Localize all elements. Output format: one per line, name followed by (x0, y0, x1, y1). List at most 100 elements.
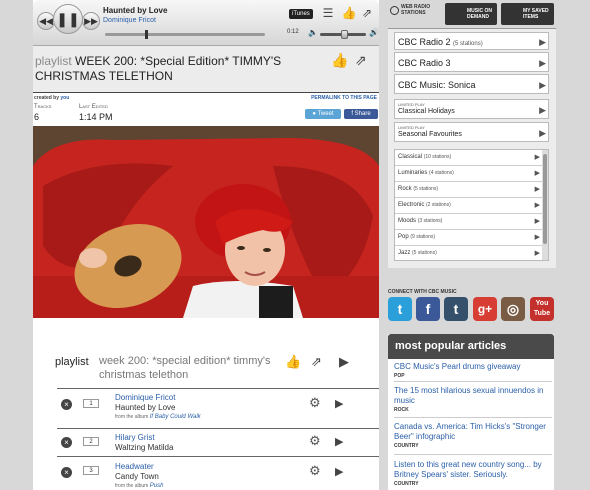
tumblr-icon[interactable]: t (444, 297, 468, 321)
genre-item[interactable]: Rock (5 stations) ▶ (395, 182, 543, 198)
next-track-button[interactable]: ▶▶ (82, 12, 100, 30)
volume-slider[interactable] (320, 30, 366, 39)
track-artist[interactable]: Headwater (115, 462, 154, 471)
volume-handle[interactable] (341, 30, 349, 39)
limited-play-tag: LIMITED PLAY (398, 102, 425, 107)
instagram-icon[interactable]: ◎ (501, 297, 525, 321)
gear-icon[interactable]: ⚙ (309, 395, 321, 411)
track-artist[interactable]: Hilary Grist (115, 433, 155, 442)
album-link[interactable]: If Baby Could Walk (150, 414, 201, 420)
last-edited-label: Last Edited (79, 104, 108, 110)
popular-heading: most popular articles (388, 334, 554, 359)
playlist-header: playlist WEEK 200: *Special Edition* TIM… (33, 46, 379, 92)
genre-item[interactable]: Jazz (5 stations) ▶ (395, 246, 543, 260)
facebook-share-button[interactable]: f Share (344, 109, 378, 119)
play-track-button[interactable]: ▶ (335, 397, 343, 410)
last-edited-value: 1:14 PM (79, 112, 113, 122)
article-item[interactable]: Listen to this great new country song...… (394, 460, 552, 490)
article-title[interactable]: CBC Music's Pearl drums giveaway (394, 362, 552, 372)
web-radio-tab[interactable]: WEB RADIO STATIONS (390, 4, 431, 16)
progress-handle[interactable] (145, 30, 148, 39)
chevron-right-icon: ▶ (539, 37, 546, 47)
thumbs-up-icon[interactable]: 👍 (285, 354, 301, 370)
genre-label: Electronic (398, 202, 425, 208)
google-plus-icon[interactable]: g+ (473, 297, 497, 321)
remove-track-icon[interactable]: × (61, 467, 72, 478)
elapsed-time: 0:12 (287, 29, 299, 35)
twitter-icon[interactable]: t (388, 297, 412, 321)
gear-icon[interactable]: ⚙ (309, 463, 321, 479)
genre-item[interactable]: Pop (9 stations) ▶ (395, 230, 543, 246)
track-number[interactable]: 3 (83, 466, 99, 475)
album-link[interactable]: Push (150, 483, 164, 489)
itunes-button[interactable]: iTunes (289, 9, 313, 19)
station-name: Seasonal Favourites (398, 131, 462, 138)
genre-name: Electronic (2 stations) (398, 202, 451, 208)
play-all-button[interactable]: ▶ (339, 354, 349, 370)
scrollbar-thumb[interactable] (543, 154, 547, 244)
genre-scrollbar[interactable] (542, 150, 548, 260)
queue-icon[interactable]: ☰ (320, 5, 336, 21)
share-icon[interactable]: ⇗ (359, 5, 375, 21)
playlist-title-text: WEEK 200: *Special Edition* TIMMY'S CHRI… (35, 54, 282, 83)
track-album: from the album If Baby Could Walk (115, 414, 201, 420)
share-icon[interactable]: ⇗ (355, 52, 367, 69)
genre-item[interactable]: Moods (3 stations) ▶ (395, 214, 543, 230)
track-number[interactable]: 2 (83, 437, 99, 446)
genre-item[interactable]: Electronic (2 stations) ▶ (395, 198, 543, 214)
genre-name: Luminaries (4 stations) (398, 170, 454, 176)
article-item[interactable]: CBC Music's Pearl drums giveaway POP (394, 362, 552, 382)
track-number[interactable]: 1 (83, 399, 99, 408)
created-by-label: created by (34, 95, 60, 101)
track-row: × 1 Dominique Fricot Haunted by Love fro… (57, 388, 379, 428)
progress-bar[interactable] (105, 30, 265, 39)
chevron-right-icon: ▶ (534, 234, 540, 241)
created-by-user[interactable]: you (60, 95, 69, 101)
genre-name: Pop (9 stations) (398, 234, 435, 240)
article-title[interactable]: Listen to this great new country song...… (394, 460, 552, 480)
music-on-demand-tab[interactable]: MUSIC ON DEMAND (445, 3, 497, 25)
thumbs-up-icon[interactable]: 👍 (331, 52, 348, 69)
gear-icon[interactable]: ⚙ (309, 433, 321, 449)
play-track-button[interactable]: ▶ (335, 465, 343, 478)
station-item[interactable]: CBC Radio 3 ▶ (394, 52, 549, 72)
youtube-icon[interactable]: You Tube (530, 297, 554, 321)
now-playing-artist[interactable]: Dominique Fricot (103, 17, 156, 24)
limited-station-item[interactable]: LIMITED PLAY Classical Holidays ▶ (394, 99, 549, 119)
facebook-icon[interactable]: f (416, 297, 440, 321)
chevron-right-icon: ▶ (534, 202, 540, 209)
article-title[interactable]: The 15 most hilarious sexual innuendos i… (394, 386, 552, 406)
permalink-link[interactable]: PERMALINK TO THIS PAGE (311, 95, 377, 101)
station-item[interactable]: CBC Radio 2 (5 stations) ▶ (394, 32, 549, 50)
station-name: CBC Radio 3 (398, 58, 451, 68)
article-item[interactable]: Canada vs. America: Tim Hicks's "Stronge… (394, 422, 552, 455)
genre-list: Classical (10 stations) ▶ Luminaries (4 s… (394, 149, 549, 261)
station-item[interactable]: CBC Music: Sonica ▶ (394, 74, 549, 94)
album-prefix: from the album (115, 414, 149, 420)
genre-name: Rock (5 stations) (398, 186, 438, 192)
chevron-right-icon: ▶ (534, 154, 540, 161)
now-playing-title: Haunted by Love (103, 6, 168, 15)
article-title[interactable]: Canada vs. America: Tim Hicks's "Stronge… (394, 422, 552, 442)
chevron-right-icon: ▶ (534, 250, 540, 257)
limited-station-item[interactable]: LIMITED PLAY Seasonal Favourites ▶ (394, 122, 549, 142)
tweet-button[interactable]: ● Tweet (305, 109, 341, 119)
radio-icon (390, 5, 399, 15)
article-item[interactable]: The 15 most hilarious sexual innuendos i… (394, 386, 552, 418)
track-row: × 2 Hilary Grist Waltzing Matilda ⚙ ▶ (57, 428, 379, 456)
popular-articles: most popular articles CBC Music's Pearl … (388, 334, 554, 490)
share-icon[interactable]: ⇗ (311, 354, 322, 370)
station-label: CBC Radio 2 (398, 37, 451, 47)
genre-item[interactable]: Luminaries (4 stations) ▶ (395, 166, 543, 182)
play-track-button[interactable]: ▶ (335, 435, 343, 448)
track-artist[interactable]: Dominique Fricot (115, 393, 175, 402)
remove-track-icon[interactable]: × (61, 437, 72, 448)
genre-item[interactable]: Classical (10 stations) ▶ (395, 150, 543, 166)
thumbs-up-icon[interactable]: 👍 (341, 5, 357, 21)
remove-track-icon[interactable]: × (61, 399, 72, 410)
my-saved-items-tab[interactable]: MY SAVED ITEMS (501, 3, 554, 25)
pause-button[interactable]: ❚❚ (53, 4, 83, 34)
station-list: CBC Radio 2 (5 stations) ▶ CBC Radio 3 ▶… (388, 28, 556, 268)
chevron-right-icon: ▶ (534, 218, 540, 225)
genre-count: (9 stations) (410, 234, 436, 240)
